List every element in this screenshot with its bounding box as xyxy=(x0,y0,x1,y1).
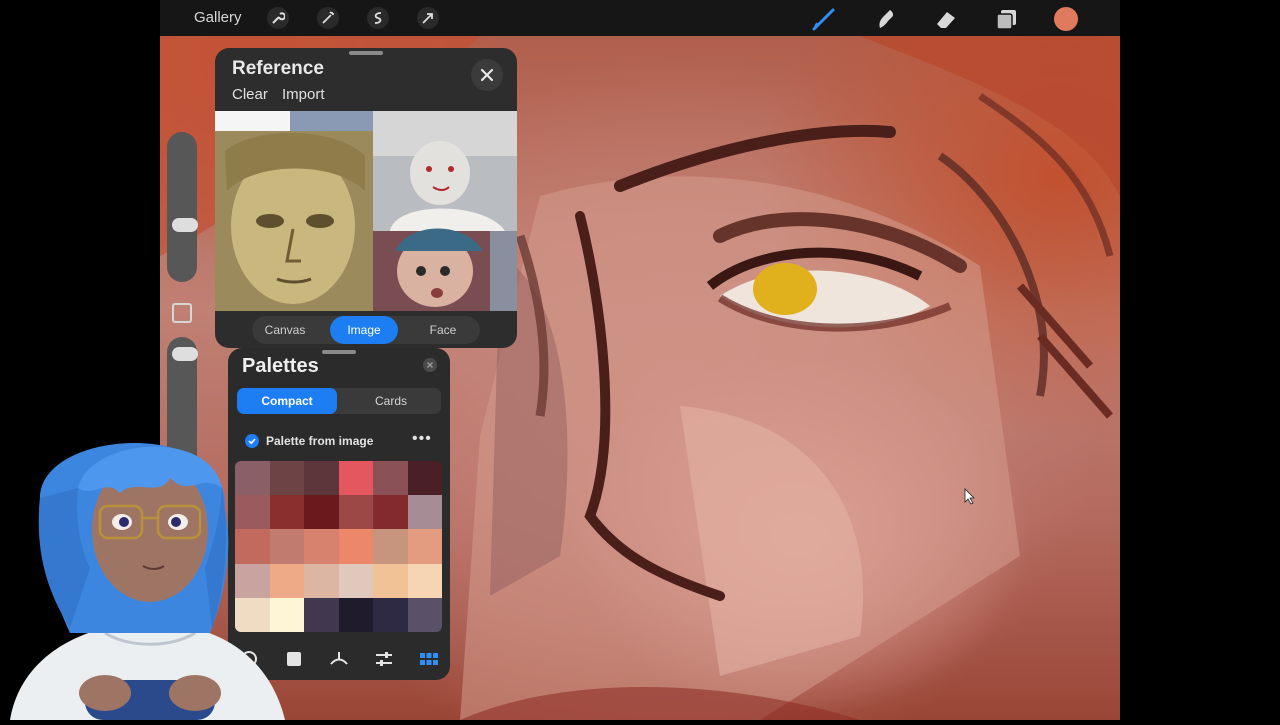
curve-tool-icon[interactable] xyxy=(328,648,350,670)
color-swatch[interactable] xyxy=(304,597,339,632)
tab-compact[interactable]: Compact xyxy=(237,388,337,414)
tab-cards[interactable]: Cards xyxy=(341,388,441,414)
color-swatch[interactable] xyxy=(373,597,408,632)
selection-icon[interactable] xyxy=(367,7,389,29)
reference-collage xyxy=(215,111,517,311)
color-swatch[interactable] xyxy=(338,563,373,598)
transform-arrow-icon[interactable] xyxy=(417,7,439,29)
layers-icon[interactable] xyxy=(994,6,1020,32)
procreate-app: Gallery Reference Clear Import Canvas Im… xyxy=(160,0,1120,720)
grid-icon[interactable] xyxy=(418,648,440,670)
reference-title: Reference xyxy=(232,58,324,79)
top-toolbar: Gallery xyxy=(160,0,1120,36)
clear-button[interactable]: Clear xyxy=(232,86,268,103)
color-swatch[interactable] xyxy=(338,495,373,530)
palettes-title: Palettes xyxy=(242,355,319,377)
color-swatch[interactable] xyxy=(304,529,339,564)
color-swatch[interactable] xyxy=(304,563,339,598)
close-icon[interactable] xyxy=(471,59,503,91)
modify-button[interactable] xyxy=(172,303,192,323)
color-swatch[interactable] xyxy=(304,461,339,496)
sliders-icon[interactable] xyxy=(373,648,395,670)
color-swatch[interactable] xyxy=(373,461,408,496)
color-swatch[interactable] xyxy=(373,495,408,530)
reference-panel: Reference Clear Import Canvas Image Face xyxy=(215,48,517,348)
color-swatch[interactable] xyxy=(407,563,442,598)
more-options-icon[interactable]: ••• xyxy=(412,430,432,448)
gallery-button[interactable]: Gallery xyxy=(194,9,242,26)
eraser-icon[interactable] xyxy=(933,6,959,32)
current-color-swatch[interactable] xyxy=(1054,7,1078,31)
tab-face[interactable]: Face xyxy=(410,316,476,344)
color-swatch[interactable] xyxy=(407,495,442,530)
wrench-icon[interactable] xyxy=(267,7,289,29)
color-swatch[interactable] xyxy=(407,597,442,632)
panel-grab-handle[interactable] xyxy=(322,350,356,354)
streamer-avatar xyxy=(0,418,290,720)
reference-tabs: Canvas Image Face xyxy=(252,316,480,344)
brush-size-slider[interactable] xyxy=(167,132,198,282)
tab-canvas[interactable]: Canvas xyxy=(252,316,318,344)
color-swatch[interactable] xyxy=(407,461,442,496)
smudge-icon[interactable] xyxy=(872,6,898,32)
color-swatch[interactable] xyxy=(373,529,408,564)
color-swatch[interactable] xyxy=(407,529,442,564)
opacity-knob[interactable] xyxy=(172,347,198,361)
color-swatch[interactable] xyxy=(338,597,373,632)
panel-grab-handle[interactable] xyxy=(349,51,383,55)
color-swatch[interactable] xyxy=(304,495,339,530)
palette-view-tabs: Compact Cards xyxy=(237,388,441,414)
color-swatch[interactable] xyxy=(373,563,408,598)
brush-icon[interactable] xyxy=(811,6,837,32)
brush-size-knob[interactable] xyxy=(172,218,198,232)
close-icon[interactable] xyxy=(423,358,437,372)
magic-wand-icon[interactable] xyxy=(317,7,339,29)
import-button[interactable]: Import xyxy=(282,86,325,103)
color-swatch[interactable] xyxy=(338,529,373,564)
reference-image[interactable] xyxy=(215,111,517,311)
tab-image[interactable]: Image xyxy=(330,316,398,344)
color-swatch[interactable] xyxy=(338,461,373,496)
